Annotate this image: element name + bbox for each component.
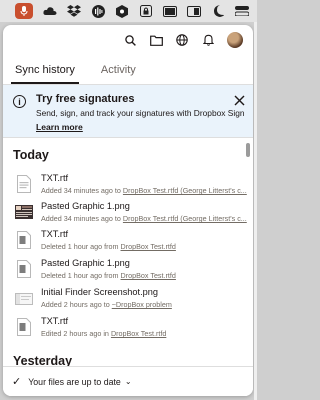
file-name: Initial Finder Screenshot.png xyxy=(41,287,158,297)
file-location-link[interactable]: DropBox Test.rtfd (George Litterst's c..… xyxy=(123,214,247,223)
avatar[interactable] xyxy=(227,32,243,48)
toggle-icon[interactable] xyxy=(235,4,249,18)
macos-menubar xyxy=(0,0,257,22)
background-window-edge xyxy=(254,22,257,400)
hexagon-icon[interactable] xyxy=(115,4,129,18)
rtf-file-icon xyxy=(17,175,31,193)
list-item[interactable]: Initial Finder Screenshot.png Added 2 ho… xyxy=(13,287,243,317)
dropbox-popover: Sync history Activity i Try free signatu… xyxy=(3,25,253,396)
learn-more-link[interactable]: Learn more xyxy=(36,122,83,132)
microphone-icon[interactable] xyxy=(15,3,33,19)
image-thumbnail xyxy=(15,205,33,219)
list-item[interactable]: Pasted Graphic 1.png Deleted 1 hour ago … xyxy=(13,258,243,288)
file-name: TXT.rtf xyxy=(41,316,69,326)
moon-icon[interactable] xyxy=(211,4,225,18)
file-meta: Added 34 minutes ago to DropBox Test.rtf… xyxy=(41,214,251,223)
file-location-link[interactable]: DropBox Test.rtfd xyxy=(111,329,166,338)
checkmark-icon: ✓ xyxy=(12,376,22,388)
file-action: Deleted 1 hour ago from xyxy=(41,271,121,280)
rtf-file-icon xyxy=(17,318,31,336)
file-location-link[interactable]: DropBox Test.rtfd xyxy=(121,271,176,280)
file-action: Added 34 minutes ago to xyxy=(41,214,123,223)
chevron-down-icon[interactable]: ⌄ xyxy=(125,377,132,386)
sync-status-bar[interactable]: ✓ Your files are up to date ⌄ xyxy=(3,366,253,396)
file-meta: Added 34 minutes ago to DropBox Test.rtf… xyxy=(41,186,251,195)
file-name: Pasted Graphic 1.png xyxy=(41,201,130,211)
signatures-banner: i Try free signatures Send, sign, and tr… xyxy=(3,85,253,138)
file-action: Added 34 minutes ago to xyxy=(41,186,123,195)
window-icon[interactable] xyxy=(187,4,201,18)
file-action: Edited 2 hours ago in xyxy=(41,329,111,338)
banner-title: Try free signatures xyxy=(36,93,135,105)
sync-status-text: Your files are up to date xyxy=(28,376,121,387)
file-meta: Added 2 hours ago to ~DropBox problem xyxy=(41,300,251,309)
display-icon[interactable] xyxy=(163,4,177,18)
rtf-file-icon xyxy=(17,231,31,249)
file-action: Deleted 1 hour ago from xyxy=(41,242,121,251)
file-name: TXT.rtf xyxy=(41,173,69,183)
search-icon[interactable] xyxy=(123,33,137,47)
tab-bar: Sync history Activity xyxy=(3,55,253,85)
lock-icon[interactable] xyxy=(139,4,153,18)
close-icon[interactable] xyxy=(234,93,246,106)
tab-sync-history[interactable]: Sync history xyxy=(11,64,79,84)
list-item[interactable]: TXT.rtf Deleted 1 hour ago from DropBox … xyxy=(13,229,243,259)
section-today: Today xyxy=(13,148,49,162)
bell-icon[interactable] xyxy=(201,33,215,47)
list-item[interactable]: TXT.rtf Added 34 minutes ago to DropBox … xyxy=(13,173,247,203)
sync-history-list[interactable]: Today TXT.rtf Added 34 minutes ago to Dr… xyxy=(3,139,253,366)
cloud-icon[interactable] xyxy=(43,4,57,18)
file-location-link[interactable]: DropBox Test.rtfd (George Litterst's c..… xyxy=(123,186,247,195)
folder-icon[interactable] xyxy=(149,33,163,47)
section-yesterday: Yesterday xyxy=(13,354,73,366)
waveform-icon[interactable] xyxy=(91,4,105,18)
panel-toolbar xyxy=(3,25,253,55)
file-meta: Deleted 1 hour ago from DropBox Test.rtf… xyxy=(41,242,251,251)
file-meta: Edited 2 hours ago in DropBox Test.rtfd xyxy=(41,329,251,338)
dropbox-icon[interactable] xyxy=(67,4,81,18)
list-item[interactable]: Pasted Graphic 1.png Added 34 minutes ag… xyxy=(13,201,247,231)
file-location-link[interactable]: DropBox Test.rtfd xyxy=(121,242,176,251)
list-item[interactable]: TXT.rtf Edited 2 hours ago in DropBox Te… xyxy=(13,316,243,346)
screenshot-thumbnail xyxy=(15,292,33,305)
file-name: Pasted Graphic 1.png xyxy=(41,258,130,268)
banner-description: Send, sign, and track your signatures wi… xyxy=(36,108,245,118)
tab-activity[interactable]: Activity xyxy=(97,64,140,84)
file-location-link[interactable]: ~DropBox problem xyxy=(112,300,172,309)
info-icon: i xyxy=(13,95,26,108)
file-action: Added 2 hours ago to xyxy=(41,300,112,309)
png-file-icon xyxy=(17,260,31,278)
globe-icon[interactable] xyxy=(175,33,189,47)
file-meta: Deleted 1 hour ago from DropBox Test.rtf… xyxy=(41,271,251,280)
file-name: TXT.rtf xyxy=(41,229,69,239)
scrollbar-thumb[interactable] xyxy=(246,143,250,157)
